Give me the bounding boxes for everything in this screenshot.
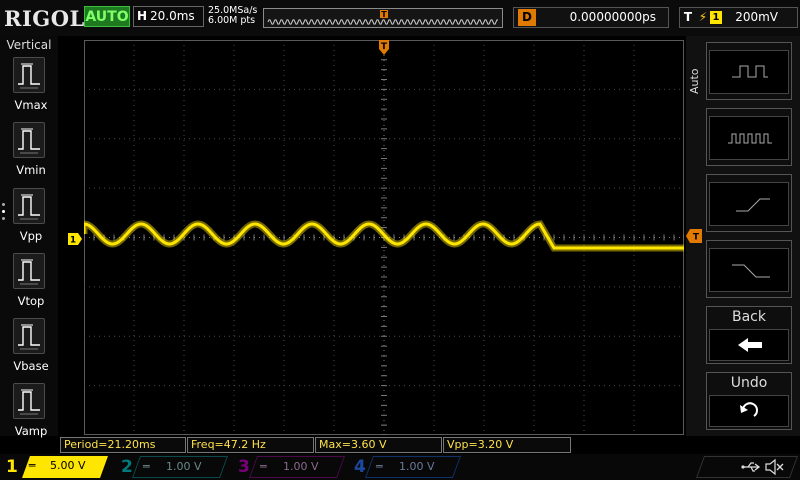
channel-2-scale-value: 1.00 V (165, 460, 202, 473)
measure-vbase-button[interactable] (13, 318, 45, 354)
back-button[interactable]: Back (706, 306, 792, 364)
delay-value: 0.00000000ps (569, 10, 656, 24)
delay-tag: D (518, 9, 536, 26)
page-indicator-dots (2, 203, 8, 224)
undo-button[interactable]: Undo (706, 372, 792, 430)
channel-4-coupling-icon: ═ (376, 460, 383, 473)
trigger-delay[interactable]: D 0.00000000ps (513, 7, 669, 28)
svg-text:1: 1 (70, 236, 76, 246)
measurement-vpp[interactable]: Vpp=3.20 V (443, 437, 571, 453)
undo-label: Undo (730, 375, 768, 391)
usb-icon (741, 462, 761, 472)
measure-category-title: Vertical (6, 38, 52, 52)
rising-edge-icon: ⚡ (698, 10, 708, 24)
waveform-display[interactable] (84, 40, 684, 435)
measure-vtop-button[interactable] (13, 253, 45, 289)
back-arrow-icon (709, 329, 789, 361)
measure-vbase-label: Vbase (13, 359, 49, 373)
measurement-period[interactable]: Period=21.20ms (60, 437, 186, 453)
trigger-source: 1 (710, 11, 722, 24)
measure-vtop-label: Vtop (17, 294, 45, 308)
channel-1-scale[interactable]: ═ 5.00 V (22, 456, 108, 478)
channel-3-scale[interactable]: ═ 1.00 V (248, 456, 346, 478)
channel-2-number[interactable]: 2 (121, 455, 133, 479)
memory-overview-bar[interactable]: T (263, 8, 503, 28)
channel-3-number[interactable]: 3 (238, 455, 250, 479)
measure-vpp-icon (18, 194, 40, 220)
channel-4-scale-value: 1.00 V (398, 460, 435, 473)
svg-text:T: T (381, 42, 388, 52)
channel-1-number[interactable]: 1 (6, 455, 18, 479)
channel-2-scale[interactable]: ═ 1.00 V (131, 456, 229, 478)
softkey-square-wave[interactable] (706, 42, 792, 100)
channel-1-offset-marker[interactable]: 1 (68, 233, 82, 245)
channel-4-scale[interactable]: ═ 1.00 V (364, 456, 462, 478)
measurement-frequency[interactable]: Freq=47.2 Hz (187, 437, 314, 453)
svg-text:T: T (693, 233, 700, 243)
timebase-value: 20.0ms (150, 9, 195, 23)
trigger-level: 200mV (735, 10, 778, 24)
trigger-settings[interactable]: T ⚡ 1 200mV (679, 7, 798, 28)
rising-edge-measure-icon (709, 182, 789, 226)
measure-vbase-icon (18, 324, 40, 350)
auto-mode-label: Auto (688, 68, 701, 94)
measure-vmin-button[interactable] (13, 122, 45, 158)
measure-vamp-button[interactable] (13, 383, 45, 419)
horizontal-timebase[interactable]: H 20.0ms (133, 6, 204, 27)
measure-vmin-icon (18, 128, 40, 154)
measure-vmax-icon (18, 63, 40, 89)
acquisition-info: 25.0MSa/s 6.00M pts (208, 6, 257, 26)
measurement-max[interactable]: Max=3.60 V (315, 437, 442, 453)
measure-vmin-label: Vmin (16, 163, 46, 177)
channel-4-number[interactable]: 4 (354, 455, 366, 479)
back-label: Back (732, 309, 766, 325)
measure-vamp-label: Vamp (14, 424, 48, 438)
measure-vmax-button[interactable] (13, 57, 45, 93)
channel-3-scale-value: 1.00 V (282, 460, 319, 473)
measure-vmax-label: Vmax (14, 98, 48, 112)
multi-period-wave-icon (709, 116, 789, 160)
horizontal-tag: H (136, 9, 148, 23)
softkey-falling-edge[interactable] (706, 240, 792, 298)
memory-depth: 6.00M pts (208, 15, 256, 26)
channel-3-coupling-icon: ═ (260, 460, 267, 473)
speaker-muted-icon[interactable] (764, 457, 786, 477)
trigger-position-marker[interactable]: T (378, 40, 390, 56)
measure-vpp-button[interactable] (13, 188, 45, 224)
undo-icon (709, 395, 789, 427)
falling-edge-measure-icon (709, 248, 789, 292)
brand-logo: RIGOL (4, 6, 85, 31)
measure-vamp-icon (18, 389, 40, 415)
run-state-badge[interactable]: AUTO (84, 6, 130, 27)
memory-trigger-label: T (381, 10, 387, 19)
square-wave-icon (709, 50, 789, 94)
channel-2-coupling-icon: ═ (143, 460, 150, 473)
trigger-tag: T (683, 10, 693, 24)
measure-vtop-icon (18, 259, 40, 285)
softkey-rising-edge[interactable] (706, 174, 792, 232)
trigger-level-marker[interactable]: T (686, 229, 702, 243)
measure-vpp-label: Vpp (19, 229, 43, 243)
channel-1-scale-value: 5.00 V (50, 459, 86, 472)
softkey-multi-period[interactable] (706, 108, 792, 166)
